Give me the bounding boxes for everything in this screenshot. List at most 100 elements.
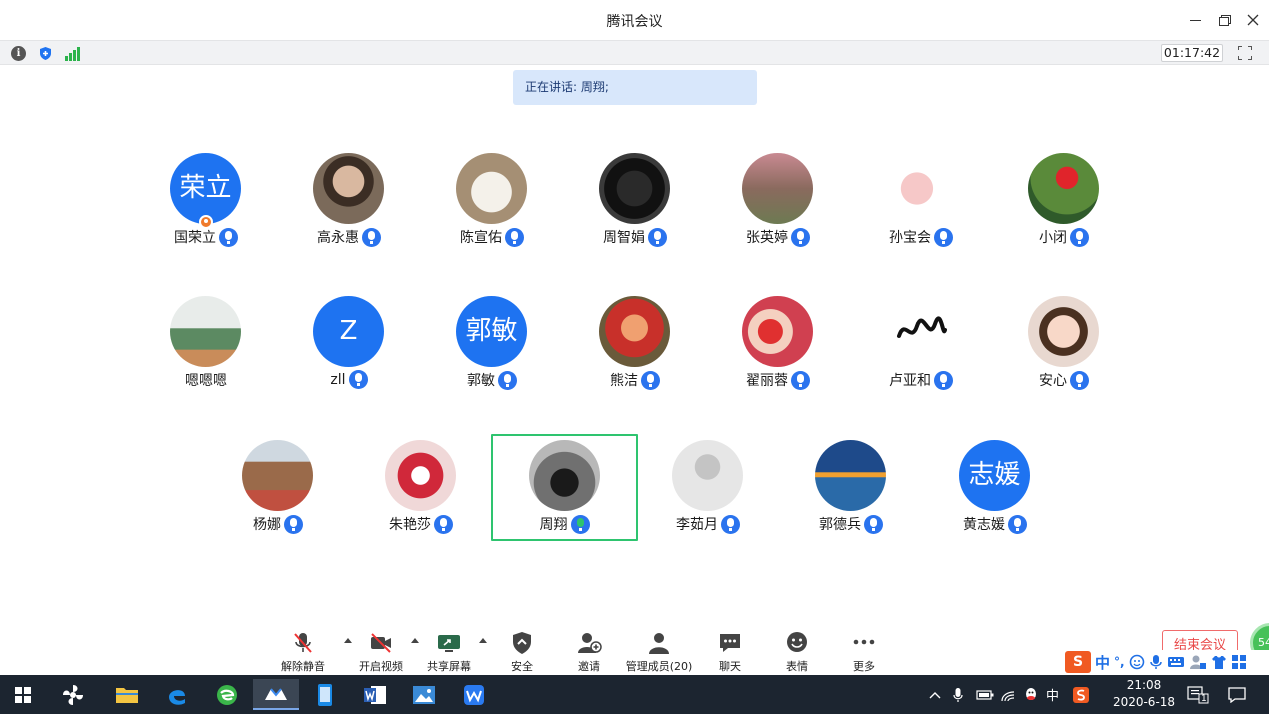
participant-tile[interactable]: 郭敏 郭敏 (420, 290, 564, 396)
taskbar-app-wps[interactable] (451, 679, 497, 710)
participant-tile[interactable]: 杨娜 (206, 434, 350, 540)
start-button[interactable] (0, 679, 46, 710)
share-options-arrow-icon[interactable] (479, 638, 487, 643)
participant-tile[interactable]: 高永惠 (277, 147, 421, 253)
security-button[interactable]: 安全 (509, 630, 535, 674)
taskbar-app-word[interactable] (352, 679, 398, 710)
mic-icon[interactable] (641, 370, 660, 390)
photos-icon (413, 685, 435, 704)
mic-icon[interactable] (791, 227, 810, 247)
battery-icon (976, 689, 994, 700)
avatar: 荣立 (170, 153, 241, 224)
participant-tile-active-speaker[interactable]: 周翔 (491, 434, 638, 541)
taskbar-clock[interactable]: 21:08 2020-6-18 (1106, 677, 1182, 711)
participant-tile[interactable]: 朱艳莎 (349, 434, 493, 540)
fullscreen-icon[interactable] (1238, 46, 1252, 60)
avatar (170, 296, 241, 367)
start-video-button[interactable]: 开启视频 (359, 630, 403, 674)
ime-toolbox-icon[interactable] (1231, 654, 1247, 670)
mic-icon[interactable] (864, 514, 883, 534)
avatar (529, 440, 600, 511)
qq-penguin-icon (1026, 687, 1036, 700)
taskbar-app-pinwheel[interactable] (50, 679, 96, 710)
tray-input-language[interactable]: 中 (1046, 675, 1059, 714)
network-signal-icon[interactable] (65, 46, 80, 61)
participant-tile[interactable]: 陈宣佑 (420, 147, 564, 253)
tray-notifications-badge[interactable]: 1 (1187, 675, 1215, 714)
mic-icon[interactable] (498, 370, 517, 390)
audio-options-arrow-icon[interactable] (344, 638, 352, 643)
mic-icon[interactable] (1070, 370, 1089, 390)
mic-icon[interactable] (348, 370, 368, 389)
mic-icon[interactable] (284, 514, 303, 534)
reactions-button[interactable]: 表情 (784, 630, 810, 674)
mic-icon[interactable] (1008, 514, 1027, 534)
ime-punctuation[interactable]: °, (1114, 655, 1125, 669)
participant-tile[interactable]: 志媛 黄志媛 (923, 434, 1067, 540)
ime-user-icon[interactable] (1189, 654, 1207, 670)
participant-tile[interactable]: Z zll (277, 290, 421, 396)
mic-icon[interactable] (505, 227, 524, 247)
video-options-arrow-icon[interactable] (411, 638, 419, 643)
invite-button[interactable]: 邀请 (576, 630, 602, 674)
mic-icon[interactable] (934, 227, 953, 247)
taskbar-app-tablet[interactable] (302, 679, 348, 710)
mic-icon[interactable] (219, 227, 238, 247)
participant-tile[interactable]: 卢亚和 (849, 290, 993, 396)
ime-skin-icon[interactable] (1211, 654, 1227, 670)
ime-keyboard-icon[interactable] (1167, 655, 1185, 669)
manage-members-button[interactable]: 管理成员(20) (626, 630, 692, 674)
ime-mode[interactable]: 中 (1095, 652, 1110, 673)
participant-tile[interactable]: 周智娟 (563, 147, 707, 253)
tray-sogou[interactable] (1073, 675, 1089, 714)
ime-emoji-icon[interactable] (1129, 654, 1145, 670)
mic-icon[interactable] (648, 227, 667, 247)
participant-name: 张英婷 (746, 230, 788, 246)
mic-icon[interactable] (721, 514, 740, 534)
taskbar-app-photos[interactable] (401, 679, 447, 710)
participant-tile[interactable]: 张英婷 (706, 147, 850, 253)
mic-icon[interactable] (791, 370, 810, 390)
share-screen-button[interactable]: 共享屏幕 (427, 630, 471, 674)
close-button[interactable] (1240, 8, 1266, 32)
mic-icon[interactable] (362, 227, 381, 247)
tray-microphone[interactable] (953, 675, 963, 714)
restore-button[interactable] (1211, 8, 1237, 32)
green-browser-icon (217, 684, 237, 705)
participant-tile[interactable]: 小闭 (992, 147, 1136, 253)
ime-voice-icon[interactable] (1149, 654, 1163, 670)
info-icon[interactable]: i (11, 46, 26, 61)
participant-name: 朱艳莎 (389, 517, 431, 533)
mic-icon[interactable] (1070, 227, 1089, 247)
avatar (742, 153, 813, 224)
participant-tile[interactable]: 李茹月 (636, 434, 780, 540)
show-hidden-icons-button[interactable] (929, 675, 941, 714)
taskbar-app-edge[interactable] (154, 679, 200, 710)
tray-wifi[interactable] (1000, 675, 1016, 714)
more-button[interactable]: 更多 (851, 630, 877, 674)
action-center-button[interactable] (1228, 675, 1246, 714)
mic-icon[interactable] (434, 514, 453, 534)
participant-tile[interactable]: 熊洁 (563, 290, 707, 396)
unmute-button[interactable]: 解除静音 (281, 630, 325, 674)
sogou-logo-icon[interactable]: S (1065, 651, 1091, 673)
taskbar-app-tencent-meeting[interactable] (253, 679, 299, 710)
taskbar-app-file-explorer[interactable] (104, 679, 150, 710)
minimize-button[interactable] (1182, 8, 1208, 32)
mic-speaking-icon[interactable] (570, 514, 590, 534)
shield-icon[interactable] (38, 46, 53, 61)
participant-tile[interactable]: 荣立 国荣立 (134, 147, 278, 253)
participant-name: 国荣立 (174, 230, 216, 246)
participant-tile[interactable]: 翟丽蓉 (706, 290, 850, 396)
participant-tile[interactable]: 安心 (992, 290, 1136, 396)
tray-battery[interactable] (976, 675, 994, 714)
mic-icon[interactable] (934, 370, 953, 390)
participant-tile[interactable]: 郭德兵 (779, 434, 923, 540)
chat-button[interactable]: 聊天 (717, 630, 743, 674)
participant-tile[interactable]: 孙宝会 (849, 147, 993, 253)
tray-qq[interactable] (1024, 675, 1038, 714)
taskbar-app-green-browser[interactable] (204, 679, 250, 710)
participant-name: 小闭 (1039, 230, 1067, 246)
participant-tile[interactable]: 嗯嗯嗯 (134, 290, 278, 396)
chat-bubble-icon (720, 634, 740, 652)
